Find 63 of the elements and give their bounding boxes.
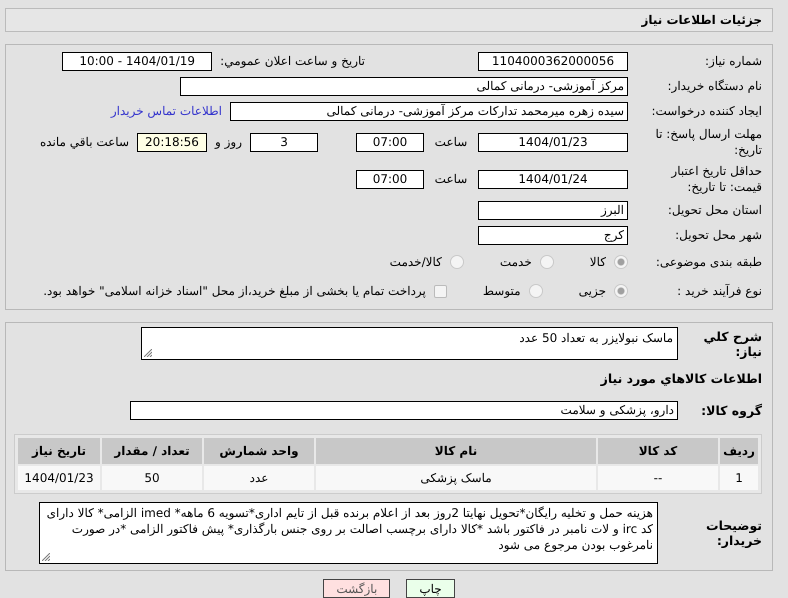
field-label: طبقه بندی موضوعی: (654, 254, 762, 270)
city-field: کرج (478, 226, 628, 244)
field-label: شهر محل تحویل: (674, 227, 762, 243)
print-button[interactable]: چاپ (406, 579, 455, 598)
field-label: حداقل تاریخ اعتبار قیمت: تا تاریخ: (670, 163, 762, 195)
table-cell: عدد (204, 466, 314, 490)
section-heading: اطلاعات کالاهاي مورد نیاز (599, 370, 762, 386)
field-label: نوع فرآیند خرید : (676, 283, 762, 299)
remaining-label: ساعت باقي مانده (40, 135, 129, 149)
checkbox[interactable] (434, 284, 447, 298)
back-button[interactable]: بازگشت (323, 579, 390, 598)
table-cell: 1 (720, 466, 758, 490)
buyer-notes-field: هزینه حمل و تخلیه رایگان*تحویل نهایتا 2روز بعد از اعلام برنده قبل از تایم اداری*تسویه 6 ماهه* imed الزامی* کالا دارای کد irc و لات نامبر در فاکتور باشد *کالا دارای برچسب اصالت بر روی جنس بارگذاری* پیش فاکتور الزامی *در صورت نامرغوب بودن مرجوع می شود (39, 502, 658, 564)
table-cell: 50 (102, 466, 202, 490)
radio-button[interactable] (614, 284, 628, 298)
table-cell: 1404/01/23 (18, 466, 100, 490)
table-cell: -- (598, 466, 718, 490)
time-label: ساعت (434, 135, 468, 149)
field-label: گروه کالا: (700, 402, 762, 418)
radio-button[interactable] (614, 255, 628, 269)
resize-grip-icon (144, 349, 152, 357)
field-label: استان محل تحویل: (666, 202, 762, 218)
radio-button[interactable] (540, 255, 554, 269)
radio-label: کالا/خدمت (390, 255, 442, 269)
column-header: واحد شمارش (204, 438, 314, 464)
province-field: البرز (478, 200, 628, 220)
contact-link[interactable]: اطلاعات تماس خریدار (110, 104, 222, 118)
time-field: 07:00 (356, 132, 424, 152)
radio-label: خدمت (500, 255, 532, 269)
need-number-field: 1104000362000056 (478, 52, 628, 70)
radio-button[interactable] (528, 284, 543, 298)
radio-label: جزیی (578, 284, 606, 298)
days-label: روز و (215, 135, 242, 149)
field-label: شماره نیاز: (704, 53, 762, 69)
field-label: شرح کلي نیاز: (702, 328, 762, 358)
date-field: 1404/01/23 (478, 132, 628, 152)
field-label: توضیحات خریدار: (705, 518, 762, 548)
column-header: ردیف (720, 438, 758, 464)
radio-label: کالا (590, 255, 606, 269)
goods-group-field: دارو، پزشکی و سلامت (130, 400, 678, 420)
column-header: تاریخ نیاز (18, 438, 100, 464)
radio-label: متوسط (482, 284, 521, 298)
column-header: کد کالا (598, 438, 718, 464)
days-field: 3 (250, 132, 318, 152)
creator-field: سیده زهره میرمحمد تدارکات مرکز آموزشی- درمانی کمالی (230, 102, 628, 120)
column-header: نام کالا (316, 438, 596, 464)
field-label: مهلت ارسال پاسخ: تا تاریخ: (654, 126, 762, 158)
date-field: 1404/01/24 (478, 170, 628, 188)
description-field: ماسک نبولایزر به تعداد 50 عدد (141, 327, 678, 360)
field-label: ایجاد کننده درخواست: (650, 103, 762, 119)
resize-grip-icon (42, 553, 50, 561)
field-label: تاریخ و ساعت اعلان عمومي: (220, 54, 365, 68)
radio-button[interactable] (450, 255, 464, 269)
time-field: 07:00 (356, 170, 424, 188)
page-title: جزئیات اطلاعات نیاز (641, 13, 762, 27)
announce-date-field: 1404/01/19 - 10:00 (62, 52, 212, 70)
checkbox-label: پرداخت تمام یا بخشی از مبلغ خرید،از محل "اسناد خزانه اسلامی" خواهد بود. (43, 284, 426, 298)
column-header: تعداد / مقدار (102, 438, 202, 464)
buyer-name-field: مرکز آموزشی- درمانی کمالی (180, 76, 628, 96)
table-cell: ماسک پزشکی (316, 466, 596, 490)
field-label: نام دستگاه خریدار: (666, 78, 762, 94)
remaining-time-field: 20:18:56 (137, 132, 207, 152)
time-label: ساعت (434, 172, 468, 186)
